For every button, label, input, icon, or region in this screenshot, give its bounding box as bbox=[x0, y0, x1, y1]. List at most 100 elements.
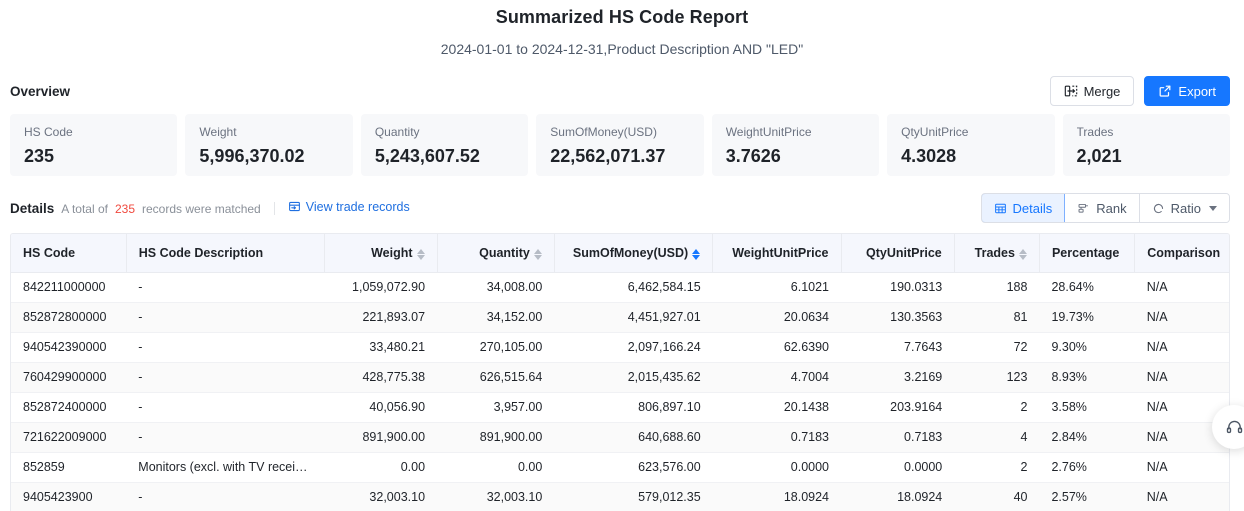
export-button[interactable]: Export bbox=[1144, 76, 1230, 106]
table-cell: 626,515.64 bbox=[437, 362, 555, 393]
view-mode-ratio-label: Ratio bbox=[1170, 200, 1201, 216]
table-cell: 270,105.00 bbox=[437, 332, 555, 363]
stat-card-label: Quantity bbox=[374, 125, 420, 139]
stat-card-hs-code: HS Code 235 bbox=[10, 114, 178, 176]
column-header[interactable]: Trades bbox=[954, 234, 1040, 273]
stat-card-weight: Weight 5,996,370.02 bbox=[185, 114, 353, 176]
stat-card-weight-unit-price: WeightUnitPrice 3.7626 bbox=[711, 114, 880, 176]
merge-button[interactable]: Merge bbox=[1049, 76, 1135, 106]
table-cell: 72 bbox=[954, 332, 1040, 363]
table-cell: 81 bbox=[954, 302, 1040, 333]
table-cell: 6.1021 bbox=[712, 272, 841, 303]
table-cell: 842211000000 bbox=[11, 272, 127, 303]
table-cell: 0.7183 bbox=[712, 422, 841, 453]
column-header-label: WeightUnitPrice bbox=[732, 245, 829, 260]
column-header: Comparison bbox=[1134, 234, 1229, 273]
table-cell: - bbox=[126, 332, 325, 363]
table-row[interactable]: 760429900000-428,775.38 626,515.64 2,015,4… bbox=[11, 362, 1229, 393]
table-row[interactable]: 721622009000-891,900.00 891,900.00 640,688… bbox=[11, 422, 1229, 453]
view-trade-records-link[interactable]: View trade records bbox=[288, 200, 410, 214]
table-cell: - bbox=[126, 392, 325, 423]
details-table: HS Code HS Code Description Weight Quantity… bbox=[11, 234, 1229, 511]
table-row[interactable]: 9405423900-32,003.10 32,003.10 579,012.35 1… bbox=[11, 482, 1229, 511]
view-mode-switch: Details Rank Ratio bbox=[980, 193, 1230, 223]
table-cell: N/A bbox=[1134, 362, 1229, 393]
table-cell: 20.0634 bbox=[712, 302, 841, 333]
table-cell: 62.6390 bbox=[712, 332, 841, 363]
table-cell: 4.7004 bbox=[712, 362, 841, 393]
stat-card-label: WeightUnitPrice bbox=[725, 125, 812, 139]
headset-support-icon bbox=[1225, 418, 1244, 437]
table-cell: 7.7643 bbox=[841, 332, 955, 363]
stat-card-label: Weight bbox=[199, 125, 237, 139]
table-grid-icon bbox=[994, 202, 1007, 215]
table-cell: 32,003.10 bbox=[324, 482, 438, 511]
column-header-label: HS Code bbox=[23, 245, 76, 260]
table-row[interactable]: 852872400000-40,056.90 3,957.00 806,897.10… bbox=[11, 392, 1229, 423]
table-cell: 0.00 bbox=[324, 452, 438, 483]
table-cell: 130.3563 bbox=[841, 302, 955, 333]
export-button-label: Export bbox=[1178, 83, 1216, 99]
sort-toggle-icon[interactable] bbox=[1018, 248, 1027, 260]
stat-card-value: 22,562,071.37 bbox=[550, 146, 666, 166]
column-header[interactable]: SumOfMoney(USD) bbox=[554, 234, 714, 273]
table-cell: 33,480.21 bbox=[324, 332, 438, 363]
table-cell: 40,056.90 bbox=[324, 392, 438, 423]
table-cell: - bbox=[126, 362, 325, 393]
merge-button-label: Merge bbox=[1083, 83, 1121, 99]
table-cell: - bbox=[126, 422, 325, 453]
table-cell: 579,012.35 bbox=[554, 482, 713, 511]
column-header[interactable]: Weight bbox=[324, 234, 438, 273]
overview-section-label: Overview bbox=[10, 83, 71, 99]
stat-card-label: HS Code bbox=[24, 125, 73, 139]
table-cell: 0.7183 bbox=[841, 422, 955, 453]
table-cell: 9405423900 bbox=[11, 482, 127, 511]
table-cell: 28.64% bbox=[1039, 272, 1135, 303]
table-cell: - bbox=[126, 302, 325, 333]
stat-card-value: 235 bbox=[24, 146, 55, 166]
view-mode-details[interactable]: Details bbox=[981, 194, 1066, 222]
table-cell: 6,462,584.15 bbox=[554, 272, 713, 303]
stat-card-label: SumOfMoney(USD) bbox=[550, 125, 657, 139]
table-cell: 18.0924 bbox=[841, 482, 955, 511]
view-mode-rank[interactable]: Rank bbox=[1065, 194, 1140, 222]
sort-toggle-icon[interactable] bbox=[692, 248, 701, 260]
table-row[interactable]: 852859 Monitors (excl. with TV receiver, … bbox=[11, 452, 1229, 483]
table-cell: 2.57% bbox=[1039, 482, 1135, 511]
stat-card-quantity: Quantity 5,243,607.52 bbox=[360, 114, 529, 176]
table-cell: 2 bbox=[954, 452, 1040, 483]
column-header: HS Code bbox=[11, 234, 127, 273]
table-cell: 2.76% bbox=[1039, 452, 1135, 483]
stat-card-label: QtyUnitPrice bbox=[901, 125, 969, 139]
chevron-down-icon bbox=[1209, 205, 1217, 211]
table-cell: 2,097,166.24 bbox=[554, 332, 713, 363]
table-row[interactable]: 842211000000-1,059,072.90 34,008.00 6,462,… bbox=[11, 272, 1229, 303]
sort-toggle-icon[interactable] bbox=[416, 248, 425, 260]
table-cell: 3,957.00 bbox=[437, 392, 555, 423]
column-header-label: Quantity bbox=[479, 245, 530, 260]
page-subtitle: 2024-01-01 to 2024-12-31,Product Descrip… bbox=[440, 41, 804, 57]
rank-bars-icon bbox=[1077, 202, 1090, 215]
column-header-label: Comparison bbox=[1147, 245, 1221, 260]
stat-card-sum-of-money: SumOfMoney(USD) 22,562,071.37 bbox=[536, 114, 704, 176]
details-meta-prefix: A total of bbox=[61, 202, 108, 217]
details-section-label: Details bbox=[10, 201, 55, 217]
table-head: HS Code HS Code Description Weight Quantity… bbox=[11, 234, 1229, 273]
external-link-icon bbox=[1158, 84, 1172, 98]
table-row[interactable]: 852872800000-221,893.07 34,152.00 4,451,92… bbox=[11, 302, 1229, 333]
column-header[interactable]: Quantity bbox=[437, 234, 555, 273]
table-cell: 0.00 bbox=[437, 452, 555, 483]
report-page: Summarized HS Code Report 2024-01-01 to … bbox=[0, 0, 1244, 511]
table-cell: N/A bbox=[1134, 452, 1229, 483]
details-bar: Details A total of 235 records were matc… bbox=[0, 193, 1244, 223]
table-row[interactable]: 940542390000-33,480.21 270,105.00 2,097,16… bbox=[11, 332, 1229, 363]
column-header: WeightUnitPrice bbox=[712, 234, 842, 273]
sort-toggle-icon[interactable] bbox=[533, 248, 542, 260]
view-mode-ratio[interactable]: Ratio bbox=[1139, 194, 1229, 222]
table-cell: 940542390000 bbox=[11, 332, 127, 363]
table-cell: 3.2169 bbox=[841, 362, 955, 393]
table-cell: 1,059,072.90 bbox=[324, 272, 438, 303]
table-cell: 4,451,927.01 bbox=[554, 302, 713, 333]
table-cell: 9.30% bbox=[1039, 332, 1135, 363]
trade-records-icon bbox=[288, 200, 301, 213]
